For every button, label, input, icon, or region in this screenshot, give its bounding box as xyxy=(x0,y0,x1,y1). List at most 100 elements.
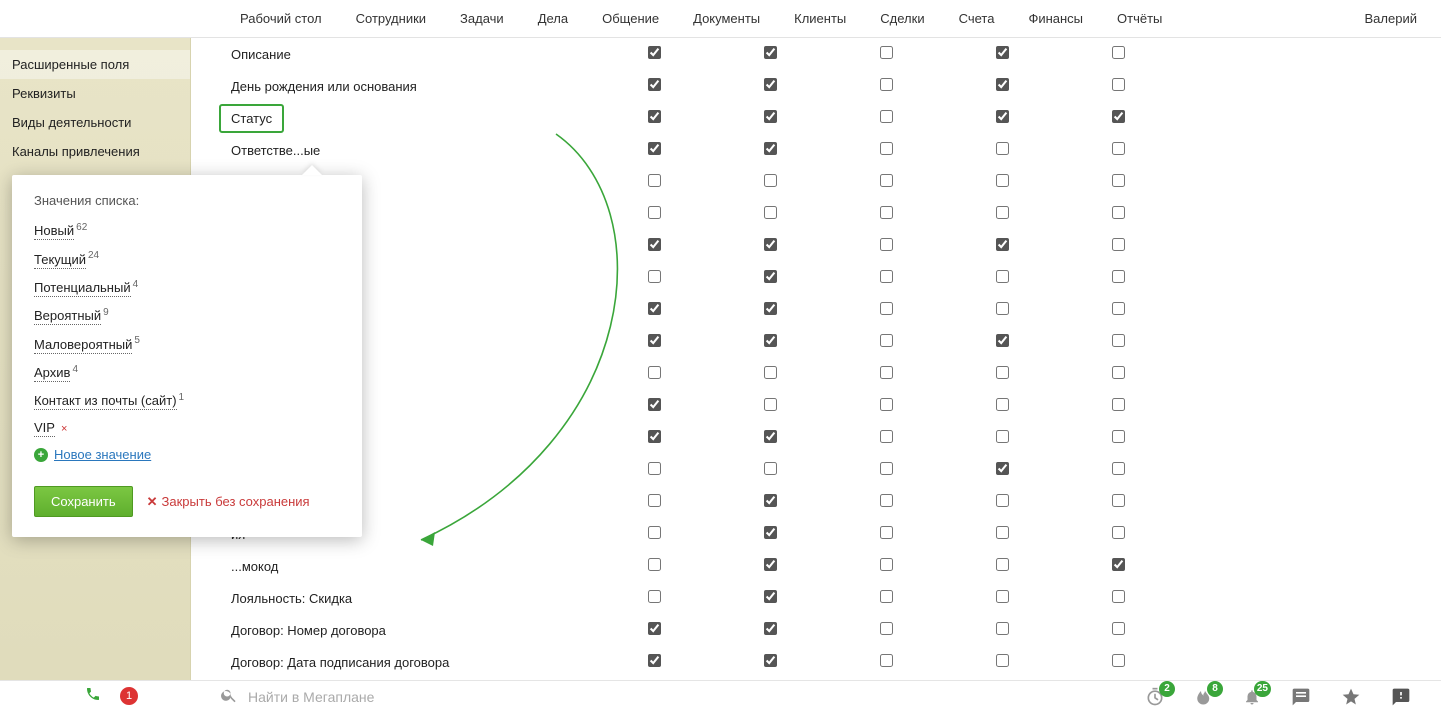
checkbox[interactable] xyxy=(996,654,1009,667)
checkbox[interactable] xyxy=(764,110,777,123)
checkbox[interactable] xyxy=(996,142,1009,155)
checkbox[interactable] xyxy=(764,174,777,187)
checkbox[interactable] xyxy=(996,78,1009,91)
value-name[interactable]: Текущий xyxy=(34,252,86,269)
checkbox[interactable] xyxy=(996,558,1009,571)
checkbox[interactable] xyxy=(880,430,893,443)
checkbox[interactable] xyxy=(880,302,893,315)
value-name[interactable]: Вероятный xyxy=(34,308,101,325)
checkbox[interactable] xyxy=(1112,142,1125,155)
nav-2[interactable]: Задачи xyxy=(460,11,504,26)
phone-badge[interactable]: 1 xyxy=(120,687,138,705)
checkbox[interactable] xyxy=(880,78,893,91)
checkbox[interactable] xyxy=(1112,366,1125,379)
nav-8[interactable]: Счета xyxy=(959,11,995,26)
checkbox[interactable] xyxy=(880,142,893,155)
checkbox[interactable] xyxy=(996,366,1009,379)
checkbox[interactable] xyxy=(648,622,661,635)
checkbox[interactable] xyxy=(1112,590,1125,603)
checkbox[interactable] xyxy=(648,494,661,507)
sidebar-item-1[interactable]: Реквизиты xyxy=(0,79,190,108)
checkbox[interactable] xyxy=(880,494,893,507)
checkbox[interactable] xyxy=(996,174,1009,187)
checkbox[interactable] xyxy=(1112,110,1125,123)
search-input[interactable] xyxy=(248,689,748,705)
checkbox[interactable] xyxy=(1112,622,1125,635)
checkbox[interactable] xyxy=(648,558,661,571)
nav-0[interactable]: Рабочий стол xyxy=(240,11,322,26)
checkbox[interactable] xyxy=(648,654,661,667)
current-user[interactable]: Валерий xyxy=(1365,11,1417,26)
checkbox[interactable] xyxy=(996,334,1009,347)
value-name[interactable]: Маловероятный xyxy=(34,337,132,354)
checkbox[interactable] xyxy=(764,526,777,539)
checkbox[interactable] xyxy=(648,398,661,411)
checkbox[interactable] xyxy=(1112,526,1125,539)
checkbox[interactable] xyxy=(880,622,893,635)
checkbox[interactable] xyxy=(996,494,1009,507)
checkbox[interactable] xyxy=(648,46,661,59)
checkbox[interactable] xyxy=(648,174,661,187)
nav-7[interactable]: Сделки xyxy=(880,11,924,26)
nav-3[interactable]: Дела xyxy=(538,11,568,26)
checkbox[interactable] xyxy=(996,526,1009,539)
checkbox[interactable] xyxy=(764,334,777,347)
checkbox[interactable] xyxy=(880,206,893,219)
checkbox[interactable] xyxy=(880,366,893,379)
checkbox[interactable] xyxy=(880,46,893,59)
feedback-icon[interactable] xyxy=(1391,687,1411,707)
checkbox[interactable] xyxy=(648,270,661,283)
checkbox[interactable] xyxy=(880,238,893,251)
checkbox[interactable] xyxy=(764,270,777,283)
checkbox[interactable] xyxy=(1112,46,1125,59)
checkbox[interactable] xyxy=(880,398,893,411)
checkbox[interactable] xyxy=(764,654,777,667)
checkbox[interactable] xyxy=(1112,398,1125,411)
checkbox[interactable] xyxy=(764,462,777,475)
checkbox[interactable] xyxy=(1112,462,1125,475)
add-value-button[interactable]: + Новое значение xyxy=(34,447,340,462)
checkbox[interactable] xyxy=(648,462,661,475)
checkbox[interactable] xyxy=(996,302,1009,315)
checkbox[interactable] xyxy=(1112,558,1125,571)
checkbox[interactable] xyxy=(996,462,1009,475)
checkbox[interactable] xyxy=(996,398,1009,411)
checkbox[interactable] xyxy=(1112,206,1125,219)
checkbox[interactable] xyxy=(996,622,1009,635)
checkbox[interactable] xyxy=(648,78,661,91)
checkbox[interactable] xyxy=(996,430,1009,443)
checkbox[interactable] xyxy=(880,526,893,539)
nav-5[interactable]: Документы xyxy=(693,11,760,26)
star-icon[interactable] xyxy=(1341,687,1361,707)
value-name[interactable]: VIP xyxy=(34,420,55,437)
value-name[interactable]: Контакт из почты (сайт) xyxy=(34,393,177,410)
checkbox[interactable] xyxy=(648,142,661,155)
checkbox[interactable] xyxy=(1112,654,1125,667)
nav-6[interactable]: Клиенты xyxy=(794,11,846,26)
checkbox[interactable] xyxy=(996,270,1009,283)
search-icon[interactable] xyxy=(220,686,238,707)
checkbox[interactable] xyxy=(648,302,661,315)
value-name[interactable]: Потенциальный xyxy=(34,280,131,297)
checkbox[interactable] xyxy=(764,558,777,571)
value-name[interactable]: Новый xyxy=(34,223,74,240)
checkbox[interactable] xyxy=(996,590,1009,603)
checkbox[interactable] xyxy=(996,110,1009,123)
checkbox[interactable] xyxy=(764,238,777,251)
phone-icon[interactable] xyxy=(85,686,101,705)
checkbox[interactable] xyxy=(764,430,777,443)
checkbox[interactable] xyxy=(1112,270,1125,283)
delete-value-icon[interactable]: × xyxy=(61,423,67,435)
checkbox[interactable] xyxy=(880,334,893,347)
checkbox[interactable] xyxy=(648,366,661,379)
bell-icon[interactable]: 25 xyxy=(1243,687,1261,707)
checkbox[interactable] xyxy=(764,366,777,379)
chat-icon[interactable] xyxy=(1291,687,1311,707)
sidebar-item-3[interactable]: Каналы привлечения xyxy=(0,137,190,166)
checkbox[interactable] xyxy=(1112,494,1125,507)
checkbox[interactable] xyxy=(764,494,777,507)
checkbox[interactable] xyxy=(764,590,777,603)
nav-4[interactable]: Общение xyxy=(602,11,659,26)
nav-1[interactable]: Сотрудники xyxy=(356,11,426,26)
checkbox[interactable] xyxy=(996,206,1009,219)
